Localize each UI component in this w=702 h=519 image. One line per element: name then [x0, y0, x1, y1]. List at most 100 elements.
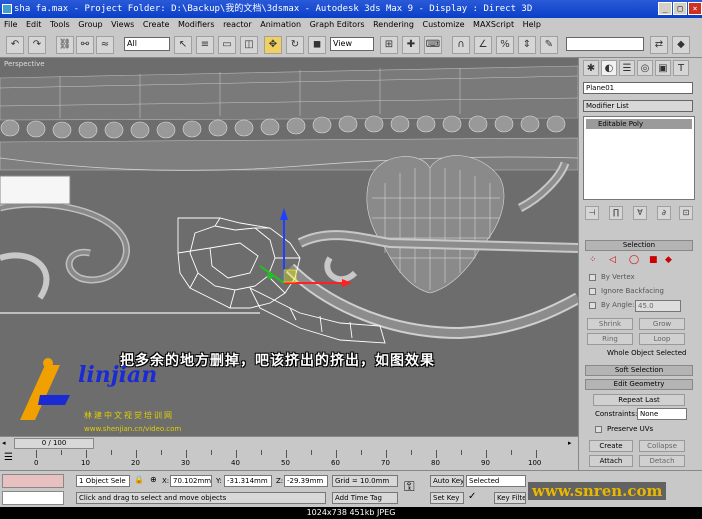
time-slider[interactable]: ◂ 0 / 100 ▸: [0, 436, 578, 450]
grow-button[interactable]: Grow: [639, 318, 685, 330]
select-and-rotate-icon[interactable]: ↻: [286, 36, 304, 54]
by-vertex-checkbox[interactable]: [589, 274, 596, 281]
menu-reactor[interactable]: reactor: [223, 20, 252, 29]
key-mode-dropdown[interactable]: Selected: [466, 475, 526, 487]
select-object-icon[interactable]: ↖: [174, 36, 192, 54]
maxscript-output[interactable]: [2, 491, 64, 505]
detach-button[interactable]: Detach: [639, 455, 685, 467]
loop-button[interactable]: Loop: [639, 333, 685, 345]
key-icon[interactable]: ⚿: [404, 479, 415, 495]
link-icon[interactable]: ⛓: [56, 36, 74, 54]
maxscript-listener[interactable]: [2, 474, 64, 488]
subobject-vertex-icon[interactable]: ⁘: [589, 255, 597, 265]
show-end-result-icon[interactable]: ∏: [609, 206, 623, 220]
percent-snap-icon[interactable]: %: [496, 36, 514, 54]
pivot-center-icon[interactable]: ⊞: [380, 36, 398, 54]
set-key-icon[interactable]: ✓: [468, 491, 476, 502]
repeat-last-button[interactable]: Repeat Last: [593, 394, 685, 406]
maximize-button[interactable]: □: [673, 2, 687, 15]
selection-rollout-header[interactable]: Selection: [585, 240, 693, 251]
menu-graph-editors[interactable]: Graph Editors: [310, 20, 365, 29]
remove-modifier-icon[interactable]: ∂: [657, 206, 671, 220]
select-manipulate-icon[interactable]: ✚: [402, 36, 420, 54]
auto-key-button[interactable]: Auto Key: [430, 475, 464, 487]
z-coordinate-field[interactable]: -29.39mm: [284, 475, 328, 487]
unlink-icon[interactable]: ⚯: [76, 36, 94, 54]
select-and-scale-icon[interactable]: ◼: [308, 36, 326, 54]
named-selection-icon[interactable]: ✎: [540, 36, 558, 54]
collapse-button[interactable]: Collapse: [639, 440, 685, 452]
utilities-tab-icon[interactable]: T: [673, 60, 689, 76]
lock-selection-icon[interactable]: 🔒: [134, 475, 144, 484]
display-tab-icon[interactable]: ▣: [655, 60, 671, 76]
named-selection-sets-dropdown[interactable]: [566, 37, 644, 51]
select-by-name-icon[interactable]: ≡: [196, 36, 214, 54]
constraints-dropdown[interactable]: None: [637, 408, 687, 420]
reference-coordinate-dropdown[interactable]: View: [330, 37, 374, 51]
key-filters-button[interactable]: Key Filte: [494, 492, 526, 504]
menu-maxscript[interactable]: MAXScript: [473, 20, 514, 29]
menu-create[interactable]: Create: [143, 20, 170, 29]
y-coordinate-field[interactable]: -31.314mm: [224, 475, 272, 487]
close-button[interactable]: ×: [688, 2, 702, 15]
menu-group[interactable]: Group: [78, 20, 102, 29]
redo-icon[interactable]: ↷: [28, 36, 46, 54]
minimize-button[interactable]: _: [658, 2, 672, 15]
absolute-mode-icon[interactable]: ⊕: [150, 475, 157, 484]
menu-customize[interactable]: Customize: [423, 20, 465, 29]
configure-modifier-sets-icon[interactable]: ⊡: [679, 206, 693, 220]
motion-tab-icon[interactable]: ◎: [637, 60, 653, 76]
subobject-element-icon[interactable]: ◆: [665, 255, 672, 265]
menu-tools[interactable]: Tools: [50, 20, 70, 29]
stack-item-editable-poly[interactable]: Editable Poly: [586, 119, 692, 129]
hierarchy-tab-icon[interactable]: ☰: [619, 60, 635, 76]
menu-views[interactable]: Views: [111, 20, 134, 29]
mirror-icon[interactable]: ⇄: [650, 36, 668, 54]
slider-next-icon[interactable]: ▸: [568, 439, 576, 449]
frame-counter[interactable]: 0 / 100: [14, 438, 94, 449]
viewport-label[interactable]: Perspective: [4, 60, 45, 68]
menu-edit[interactable]: Edit: [26, 20, 42, 29]
bind-space-warp-icon[interactable]: ≈: [96, 36, 114, 54]
undo-icon[interactable]: ↶: [6, 36, 24, 54]
menu-help[interactable]: Help: [523, 20, 541, 29]
align-icon[interactable]: ◆: [672, 36, 690, 54]
track-bar[interactable]: ☰ 0 10 20 30 40 50 60 70 80 90 100: [0, 450, 578, 470]
edit-geometry-rollout-header[interactable]: Edit Geometry: [585, 379, 693, 390]
attach-button[interactable]: Attach: [589, 455, 633, 467]
soft-selection-rollout-header[interactable]: Soft Selection: [585, 365, 693, 376]
window-crossing-icon[interactable]: ◫: [240, 36, 258, 54]
rectangular-selection-icon[interactable]: ▭: [218, 36, 236, 54]
shrink-button[interactable]: Shrink: [587, 318, 633, 330]
ignore-backfacing-checkbox[interactable]: [589, 288, 596, 295]
x-coordinate-field[interactable]: 70.102mm: [170, 475, 212, 487]
add-time-tag-button[interactable]: Add Time Tag: [332, 492, 398, 504]
create-tab-icon[interactable]: ✱: [583, 60, 599, 76]
selection-filter-dropdown[interactable]: All: [124, 37, 170, 51]
subobject-polygon-icon[interactable]: ■: [649, 255, 658, 265]
menu-file[interactable]: File: [4, 20, 17, 29]
subobject-edge-icon[interactable]: ◁: [609, 255, 616, 265]
snap-toggle-icon[interactable]: ∩: [452, 36, 470, 54]
curve-editor-icon[interactable]: ☰: [4, 452, 13, 463]
make-unique-icon[interactable]: ∀: [633, 206, 647, 220]
create-button[interactable]: Create: [589, 440, 633, 452]
menu-modifiers[interactable]: Modifiers: [178, 20, 215, 29]
modify-tab-icon[interactable]: ◐: [601, 60, 617, 76]
ring-button[interactable]: Ring: [587, 333, 633, 345]
by-angle-checkbox[interactable]: [589, 302, 596, 309]
modifier-stack[interactable]: Editable Poly: [583, 116, 695, 200]
object-name-field[interactable]: Plane01: [583, 82, 693, 94]
preserve-uvs-checkbox[interactable]: [595, 426, 602, 433]
slider-prev-icon[interactable]: ◂: [2, 439, 10, 449]
modifier-list-dropdown[interactable]: Modifier List: [583, 100, 693, 112]
angle-snap-icon[interactable]: ∠: [474, 36, 492, 54]
angle-spinner[interactable]: 45.0: [635, 300, 681, 312]
keyboard-shortcut-icon[interactable]: ⌨: [424, 36, 442, 54]
spinner-snap-icon[interactable]: ⇕: [518, 36, 536, 54]
pin-stack-icon[interactable]: ⊣: [585, 206, 599, 220]
select-and-move-icon[interactable]: ✥: [264, 36, 282, 54]
menu-animation[interactable]: Animation: [260, 20, 301, 29]
subobject-border-icon[interactable]: ◯: [629, 255, 639, 265]
menu-rendering[interactable]: Rendering: [373, 20, 414, 29]
